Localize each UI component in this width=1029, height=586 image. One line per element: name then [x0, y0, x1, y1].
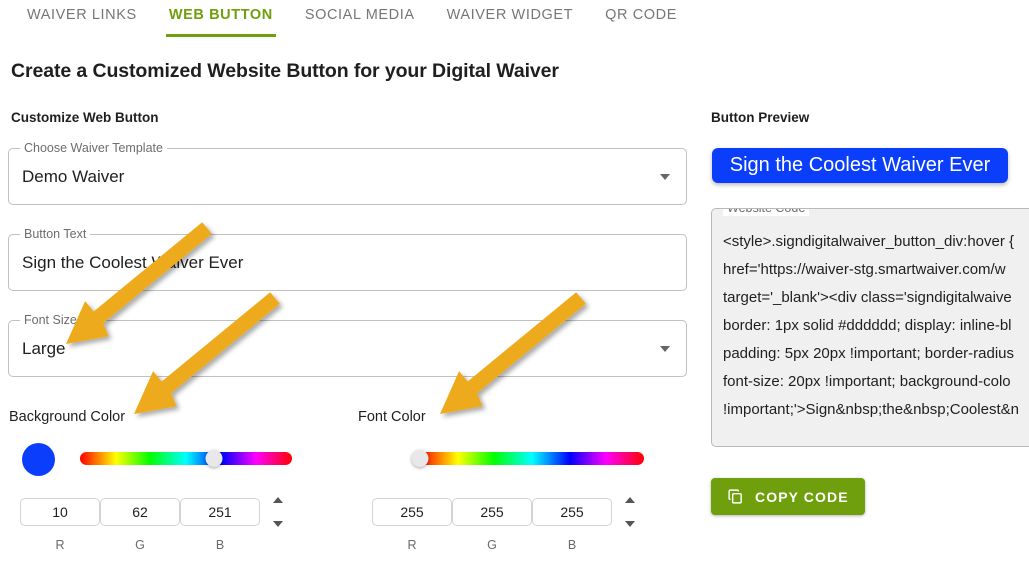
- tab-label: WEB BUTTON: [168, 7, 273, 23]
- font-color-label: Font Color: [358, 409, 426, 425]
- web-button-page: WAIVER LINKS WEB BUTTON SOCIAL MEDIA WAIVER…: [0, 0, 1029, 586]
- background-color-stepper[interactable]: [270, 497, 286, 527]
- font-hue-handle[interactable]: [411, 450, 429, 467]
- background-color-b-caption: B: [215, 538, 225, 552]
- font-color-g-caption: G: [487, 538, 497, 552]
- tab-web-button[interactable]: WEB BUTTON: [153, 0, 289, 37]
- background-color-r-caption: R: [55, 538, 65, 552]
- tab-label: WAIVER WIDGET: [446, 7, 574, 23]
- font-size-value: Large: [22, 338, 66, 358]
- background-color-label: Background Color: [9, 409, 126, 425]
- font-color-g-input[interactable]: 255: [452, 498, 532, 526]
- choose-waiver-template-value: Demo Waiver: [22, 166, 125, 186]
- button-text-value: Sign the Coolest Waiver Ever: [22, 252, 244, 272]
- website-code-label: Website Code: [723, 209, 810, 216]
- tab-label: QR CODE: [605, 7, 677, 23]
- preview-waiver-button[interactable]: Sign the Coolest Waiver Ever: [712, 148, 1008, 183]
- page-title: Create a Customized Website Button for y…: [11, 60, 559, 82]
- copy-code-label: COPY CODE: [755, 488, 849, 505]
- font-color-stepper[interactable]: [622, 497, 638, 527]
- website-code-text: <style>.signdigitalwaiver_button_div:hov…: [723, 233, 1019, 418]
- background-color-g-input[interactable]: 62: [100, 498, 180, 526]
- tab-qr-code[interactable]: QR CODE: [589, 0, 693, 37]
- tab-label: WAIVER LINKS: [27, 7, 137, 23]
- background-hue-handle[interactable]: [205, 450, 223, 467]
- background-color-b-input[interactable]: 251: [180, 498, 260, 526]
- font-color-r-caption: R: [407, 538, 417, 552]
- font-color-b-input[interactable]: 255: [532, 498, 612, 526]
- button-text-input[interactable]: Button Text Sign the Coolest Waiver Ever: [8, 227, 687, 291]
- font-color-hue-slider[interactable]: [411, 450, 644, 467]
- button-preview-heading: Button Preview: [711, 110, 810, 125]
- background-color-hue-slider[interactable]: [80, 450, 292, 467]
- background-color-swatch[interactable]: [22, 443, 55, 476]
- background-color-g-caption: G: [135, 538, 145, 552]
- font-size-select[interactable]: Font Size Large: [8, 313, 687, 377]
- chevron-down-icon[interactable]: [660, 173, 670, 180]
- copy-icon: [728, 489, 742, 504]
- tab-bar: WAIVER LINKS WEB BUTTON SOCIAL MEDIA WAIVER…: [0, 0, 1029, 42]
- background-color-r-input[interactable]: 10: [20, 498, 100, 526]
- choose-waiver-template-select[interactable]: Choose Waiver Template Demo Waiver: [8, 141, 687, 205]
- stepper-down-icon[interactable]: [625, 521, 635, 527]
- tab-waiver-links[interactable]: WAIVER LINKS: [11, 0, 153, 37]
- stepper-up-icon[interactable]: [625, 497, 635, 503]
- choose-waiver-template-label: Choose Waiver Template: [20, 141, 167, 156]
- copy-code-button[interactable]: COPY CODE: [711, 478, 865, 515]
- tab-label: SOCIAL MEDIA: [304, 7, 415, 23]
- font-color-r-input[interactable]: 255: [372, 498, 452, 526]
- tab-waiver-widget[interactable]: WAIVER WIDGET: [431, 0, 589, 37]
- font-size-label: Font Size: [20, 313, 81, 328]
- customize-web-button-heading: Customize Web Button: [11, 110, 159, 125]
- button-text-label: Button Text: [20, 227, 91, 242]
- chevron-down-icon[interactable]: [660, 345, 670, 352]
- stepper-down-icon[interactable]: [273, 521, 283, 527]
- tab-social-media[interactable]: SOCIAL MEDIA: [289, 0, 431, 37]
- website-code-box[interactable]: Website Code <style>.signdigitalwaiver_b…: [711, 208, 1029, 447]
- stepper-up-icon[interactable]: [273, 497, 283, 503]
- font-color-b-caption: B: [567, 538, 577, 552]
